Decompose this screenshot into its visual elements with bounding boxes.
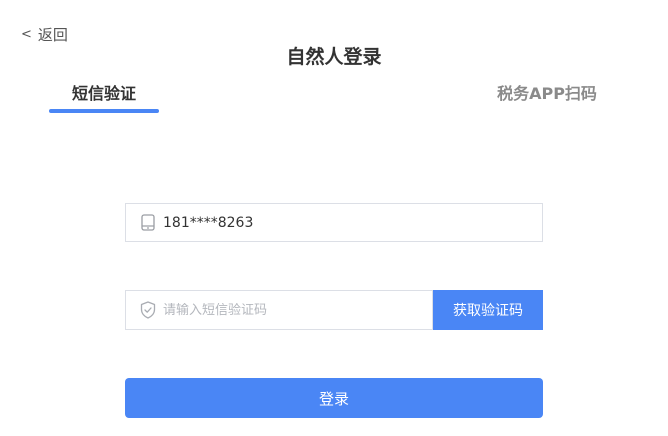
sms-code-input[interactable] xyxy=(163,302,403,318)
mobile-phone-icon xyxy=(140,214,156,232)
chevron-left-icon: < xyxy=(21,27,32,42)
active-tab-indicator xyxy=(49,109,159,113)
login-button[interactable]: 登录 xyxy=(125,378,543,418)
shield-check-icon xyxy=(140,301,156,319)
tab-sms-verification[interactable]: 短信验证 xyxy=(49,80,159,104)
page-title: 自然人登录 xyxy=(286,46,382,68)
get-code-button[interactable]: 获取验证码 xyxy=(433,290,543,330)
phone-number-value: 181****8263 xyxy=(163,214,254,231)
login-page: < 返回 自然人登录 短信验证 税务APP扫码 181****8263 获取验证… xyxy=(0,0,668,436)
tab-app-scan[interactable]: 税务APP扫码 xyxy=(488,80,606,104)
phone-field[interactable]: 181****8263 xyxy=(125,203,543,242)
sms-code-field[interactable] xyxy=(125,290,433,330)
